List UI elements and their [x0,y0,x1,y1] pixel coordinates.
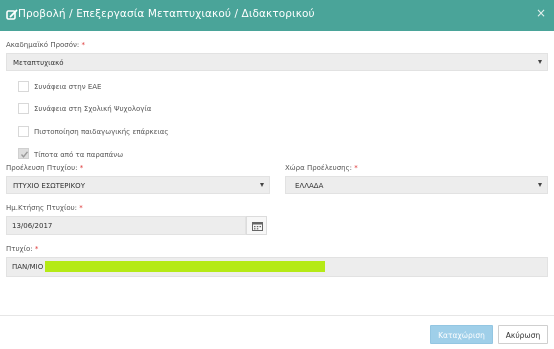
edit-icon [6,9,18,20]
acquisition-date-value: 13/06/2017 [12,222,53,230]
checkbox-none-of-the-above[interactable] [18,148,29,159]
checkmark-icon [20,151,29,158]
checkbox-none-of-the-above-label: Τίποτα από τα παραπάνω [34,151,124,159]
degree-origin-label: Προέλευση Πτυχίου: * [6,164,84,172]
calendar-button[interactable] [246,216,267,235]
origin-country-value: ΕΛΛΑΔΑ [295,182,324,190]
checkbox-eae-relevance-label: Συνάφεια στην ΕΑΕ [34,83,102,91]
origin-country-select[interactable]: ΕΛΛΑΔΑ [285,176,548,194]
acquisition-date-input[interactable]: 13/06/2017 [6,216,246,235]
acquisition-date-label: Ημ.Κτήσης Πτυχίου: * [6,204,83,212]
cancel-button[interactable]: Ακύρωση [498,325,548,344]
degree-value: ΠΑΝ/ΜΙΟ [12,263,44,271]
dropdown-caret-icon [538,60,542,64]
checkbox-school-psychology-relevance[interactable] [18,103,29,114]
calendar-icon [252,222,263,231]
dropdown-caret-icon [260,183,264,187]
degree-origin-value: ΠΤΥΧΙΟ ΕΣΩΤΕΡΙΚΟΥ [13,182,85,190]
dropdown-caret-icon [538,183,542,187]
redaction-highlight [45,261,325,272]
academic-qualification-select[interactable]: Μεταπτυχιακό [6,53,548,71]
submit-button[interactable]: Καταχώριση [430,325,493,344]
origin-country-label: Χώρα Προέλευσης: * [285,164,358,172]
checkbox-pedagogical-certification[interactable] [18,126,29,137]
dialog-header: Προβολή / Επεξεργασία Μεταπτυχιακού / Δι… [0,0,554,31]
academic-qualification-value: Μεταπτυχιακό [13,59,64,67]
checkbox-school-psychology-relevance-label: Συνάφεια στη Σχολική Ψυχολογία [34,105,152,113]
checkbox-eae-relevance[interactable] [18,81,29,92]
academic-qualification-label: Ακαδημαϊκό Προσόν: * [6,41,86,49]
footer-divider [0,315,554,316]
degree-origin-select[interactable]: ΠΤΥΧΙΟ ΕΣΩΤΕΡΙΚΟΥ [6,176,270,194]
degree-label: Πτυχίο: * [6,245,39,253]
close-icon[interactable]: × [536,7,546,19]
checkbox-pedagogical-certification-label: Πιστοποίηση παιδαγωγικής επάρκειας [34,128,169,136]
edit-postgraduate-dialog: Προβολή / Επεξεργασία Μεταπτυχιακού / Δι… [0,0,554,349]
dialog-title: Προβολή / Επεξεργασία Μεταπτυχιακού / Δι… [18,8,315,20]
